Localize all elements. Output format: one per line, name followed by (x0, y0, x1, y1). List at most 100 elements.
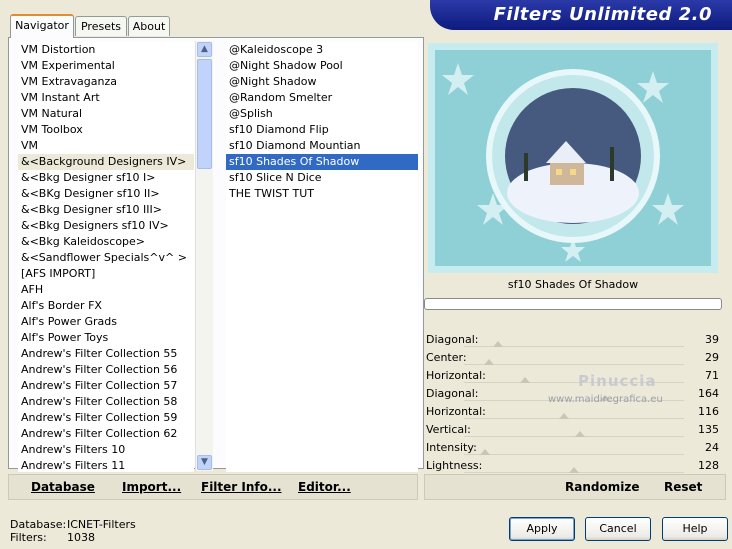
category-item[interactable]: VM Distortion (18, 42, 194, 58)
scroll-up-button[interactable]: ▲ (197, 42, 212, 57)
chevron-down-icon: ▼ (201, 457, 208, 467)
randomize-bar: Randomize Reset (424, 474, 726, 500)
category-item[interactable]: VM (18, 138, 194, 154)
import-button[interactable]: Import... (122, 480, 181, 494)
slider-track[interactable] (464, 418, 684, 419)
watermark-name: Pinuccia (578, 372, 657, 390)
tab-about[interactable]: About (128, 16, 170, 36)
param-slider-row[interactable]: Center: 29 (424, 348, 724, 366)
title-banner: Filters Unlimited 2.0 (430, 0, 732, 30)
tab-about-label: About (132, 20, 166, 33)
category-item[interactable]: Alf's Border FX (18, 298, 194, 314)
slider-thumb[interactable] (559, 413, 570, 419)
category-item[interactable]: &<Sandflower Specials^v^ > (18, 250, 194, 266)
param-slider-row[interactable]: Vertical: 135 (424, 420, 724, 438)
help-button[interactable]: Help (662, 517, 728, 541)
tab-presets[interactable]: Presets (75, 16, 127, 36)
slider-thumb[interactable] (492, 341, 503, 347)
filter-item[interactable]: @Splish (226, 106, 418, 122)
filter-item[interactable]: THE TWIST TUT (226, 186, 418, 202)
category-item[interactable]: VM Natural (18, 106, 194, 122)
category-item[interactable]: VM Experimental (18, 58, 194, 74)
filter-item[interactable]: sf10 Diamond Flip (226, 122, 418, 138)
database-button[interactable]: Database (31, 480, 95, 494)
cancel-button[interactable]: Cancel (585, 517, 651, 541)
param-value: 71 (705, 369, 719, 382)
category-item[interactable]: VM Instant Art (18, 90, 194, 106)
category-item[interactable]: &<Bkg Designer sf10 I> (18, 170, 194, 186)
category-item[interactable]: &<Background Designers IV> (18, 154, 194, 170)
filter-list[interactable]: @Kaleidoscope 3 @Night Shadow Pool @Night … (226, 42, 418, 472)
chevron-up-icon: ▲ (201, 44, 208, 54)
scroll-thumb[interactable] (197, 59, 212, 169)
slider-thumb[interactable] (520, 377, 531, 383)
reset-button[interactable]: Reset (664, 480, 702, 494)
category-item[interactable]: Andrew's Filter Collection 55 (18, 346, 194, 362)
cancel-label: Cancel (599, 522, 637, 535)
watermark-url: www.maidiregrafica.eu (548, 394, 663, 405)
progress-bar (424, 298, 722, 310)
filter-item[interactable]: @Random Smelter (226, 90, 418, 106)
slider-thumb[interactable] (569, 467, 580, 473)
filter-item[interactable]: sf10 Slice N Dice (226, 170, 418, 186)
banner-title: Filters Unlimited 2.0 (493, 4, 712, 25)
category-item[interactable]: Andrew's Filters 10 (18, 442, 194, 458)
filter-info-button[interactable]: Filter Info... (201, 480, 282, 494)
param-slider-row[interactable]: Intensity: 24 (424, 438, 724, 456)
slider-thumb[interactable] (479, 449, 490, 455)
category-item[interactable]: &<Bkg Designers sf10 IV> (18, 218, 194, 234)
param-label: Center: (426, 351, 467, 364)
category-item[interactable]: VM Extravaganza (18, 74, 194, 90)
slider-track[interactable] (464, 454, 684, 455)
category-item[interactable]: Andrew's Filter Collection 56 (18, 362, 194, 378)
category-item[interactable]: Andrew's Filter Collection 58 (18, 394, 194, 410)
preview-artwork (428, 43, 718, 273)
param-slider-row[interactable]: Horizontal: 71 (424, 366, 724, 384)
category-item[interactable]: &<Bkg Kaleidoscope> (18, 234, 194, 250)
tab-presets-label: Presets (80, 20, 122, 33)
apply-button[interactable]: Apply (509, 517, 575, 541)
apply-label: Apply (526, 522, 558, 535)
filter-item[interactable]: @Kaleidoscope 3 (226, 42, 418, 58)
randomize-button[interactable]: Randomize (565, 480, 639, 494)
param-slider-row[interactable]: Diagonal: 39 (424, 330, 724, 348)
slider-track[interactable] (464, 364, 684, 365)
param-label: Diagonal: (426, 387, 479, 400)
category-item[interactable]: Alf's Power Toys (18, 330, 194, 346)
param-value: 164 (698, 387, 719, 400)
category-item[interactable]: VM Toolbox (18, 122, 194, 138)
tab-navigator[interactable]: Navigator (10, 14, 74, 38)
category-item[interactable]: [AFS IMPORT] (18, 266, 194, 282)
database-value: ICNET-Filters (67, 518, 136, 531)
category-item[interactable]: AFH (18, 282, 194, 298)
param-value: 116 (698, 405, 719, 418)
param-value: 24 (705, 441, 719, 454)
param-value: 128 (698, 459, 719, 472)
filter-item[interactable]: sf10 Shades Of Shadow (226, 154, 418, 170)
category-item[interactable]: Andrew's Filters 11 (18, 458, 194, 472)
editor-button[interactable]: Editor... (298, 480, 351, 494)
slider-track[interactable] (464, 436, 684, 437)
filter-item[interactable]: sf10 Diamond Mountian (226, 138, 418, 154)
param-value: 29 (705, 351, 719, 364)
filter-item[interactable]: @Night Shadow (226, 74, 418, 90)
preview-caption: sf10 Shades Of Shadow (507, 278, 639, 291)
category-item[interactable]: Andrew's Filter Collection 59 (18, 410, 194, 426)
category-item[interactable]: Andrew's Filter Collection 62 (18, 426, 194, 442)
scroll-down-button[interactable]: ▼ (197, 455, 212, 470)
preview-image (428, 43, 718, 273)
category-item[interactable]: Andrew's Filter Collection 57 (18, 378, 194, 394)
category-item[interactable]: &<Bkg Designer sf10 III> (18, 202, 194, 218)
category-item[interactable]: Alf's Power Grads (18, 314, 194, 330)
category-list[interactable]: VM Distortion VM Experimental VM Extravaga… (18, 42, 194, 472)
filter-item[interactable]: @Night Shadow Pool (226, 58, 418, 74)
param-label: Horizontal: (426, 369, 486, 382)
tab-navigator-label: Navigator (15, 19, 69, 32)
category-item[interactable]: &<BKg Designer sf10 II> (18, 186, 194, 202)
slider-thumb[interactable] (484, 359, 495, 365)
param-slider-row[interactable]: Lightness: 128 (424, 456, 724, 474)
link-bar: Database Import... Filter Info... Editor… (8, 474, 418, 500)
category-scrollbar[interactable]: ▲ ▼ (195, 41, 213, 471)
slider-thumb[interactable] (575, 431, 586, 437)
param-value: 135 (698, 423, 719, 436)
